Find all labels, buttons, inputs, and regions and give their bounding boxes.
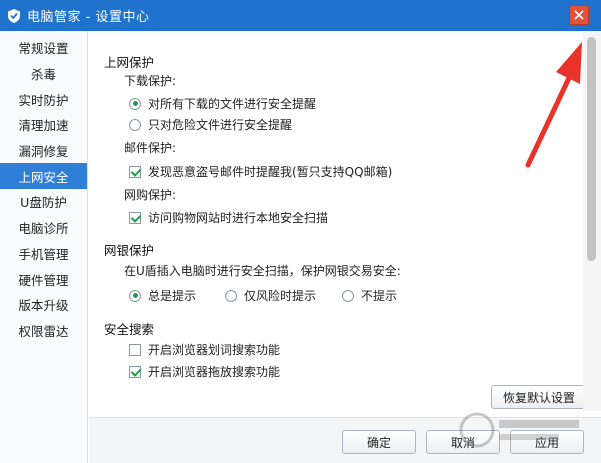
sidebar-item-web-security[interactable]: 上网安全 bbox=[0, 163, 87, 190]
scrollbar-thumb[interactable] bbox=[587, 37, 596, 261]
checkbox-label: 发现恶意盗号邮件时提醒我(暂只支持QQ邮箱) bbox=[148, 165, 393, 179]
radio-button[interactable] bbox=[129, 118, 141, 131]
radio-download-danger[interactable]: 只对危险文件进行安全提醒 bbox=[129, 116, 292, 133]
checkbox-label: 开启浏览器拖放搜索功能 bbox=[148, 365, 281, 379]
ok-button[interactable]: 确定 bbox=[342, 430, 416, 454]
checkbox[interactable] bbox=[129, 365, 141, 378]
tencent-shield-logo-icon bbox=[8, 8, 20, 23]
radio-label: 只对危险文件进行安全提醒 bbox=[148, 118, 293, 132]
checkbox[interactable] bbox=[129, 165, 141, 178]
section-title-web-protection: 上网保护 bbox=[104, 55, 155, 70]
sidebar-item-label: 手机管理 bbox=[18, 246, 69, 262]
checkbox-mail-protection[interactable]: 发现恶意盗号邮件时提醒我(暂只支持QQ邮箱) bbox=[129, 163, 392, 180]
radio-bank-risk[interactable]: 仅风险时提示 bbox=[225, 287, 316, 304]
sidebar-item-antivirus[interactable]: 杀毒 bbox=[0, 61, 87, 87]
section-title-bank-protection: 网银保护 bbox=[104, 243, 155, 258]
sidebar-item-label: 杀毒 bbox=[30, 67, 56, 83]
sidebar-item-label: 版本升级 bbox=[18, 298, 69, 314]
sidebar-item-label: 权限雷达 bbox=[18, 323, 69, 339]
section-title-safe-search: 安全搜索 bbox=[104, 322, 155, 337]
sidebar-item-realtime[interactable]: 实时防护 bbox=[0, 86, 87, 112]
radio-button[interactable] bbox=[342, 289, 354, 302]
radio-label: 不提示 bbox=[361, 289, 398, 303]
checkbox-label: 开启浏览器划词搜索功能 bbox=[148, 343, 281, 357]
vertical-scrollbar[interactable] bbox=[583, 31, 601, 411]
radio-button[interactable] bbox=[225, 289, 237, 302]
sidebar-item-patch[interactable]: 漏洞修复 bbox=[0, 138, 87, 164]
sidebar-item-label: 实时防护 bbox=[18, 92, 69, 108]
close-icon bbox=[574, 10, 584, 20]
sidebar-item-clinic[interactable]: 电脑诊所 bbox=[0, 215, 87, 241]
radio-bank-never[interactable]: 不提示 bbox=[342, 287, 397, 304]
radio-label: 总是提示 bbox=[148, 289, 197, 303]
close-button[interactable] bbox=[569, 5, 589, 25]
download-protection-label: 下载保护: bbox=[124, 74, 177, 88]
sidebar-item-general[interactable]: 常规设置 bbox=[0, 35, 87, 61]
sidebar-item-label: 漏洞修复 bbox=[18, 144, 69, 160]
radio-label: 仅风险时提示 bbox=[244, 289, 317, 303]
checkbox-select-search[interactable]: 开启浏览器划词搜索功能 bbox=[129, 341, 280, 358]
checkbox[interactable] bbox=[129, 343, 141, 356]
sidebar-item-label: 电脑诊所 bbox=[18, 221, 69, 237]
sidebar-item-label: U盘防护 bbox=[20, 195, 67, 211]
sidebar-item-hardware[interactable]: 硬件管理 bbox=[0, 266, 87, 292]
checkbox-shopping-protection[interactable]: 访问购物网站时进行本地安全扫描 bbox=[129, 209, 328, 226]
sidebar-item-label: 清理加速 bbox=[18, 118, 69, 134]
bank-protection-desc: 在U盾插入电脑时进行安全扫描，保护网银交易安全: bbox=[124, 264, 401, 278]
sidebar-item-cleanup[interactable]: 清理加速 bbox=[0, 112, 87, 138]
checkbox[interactable] bbox=[129, 211, 141, 224]
radio-download-all[interactable]: 对所有下载的文件进行安全提醒 bbox=[129, 95, 316, 112]
sidebar-item-upgrade[interactable]: 版本升级 bbox=[0, 292, 87, 318]
title-bar: 电脑管家 - 设置中心 bbox=[0, 0, 601, 31]
sidebar: 常规设置 杀毒 实时防护 清理加速 漏洞修复 上网安全 U盘防护 电脑诊所 手机… bbox=[0, 31, 88, 463]
sidebar-item-label: 常规设置 bbox=[18, 41, 69, 57]
shopping-protection-label: 网购保护: bbox=[124, 188, 177, 202]
radio-button[interactable] bbox=[129, 97, 141, 110]
sidebar-item-label: 硬件管理 bbox=[18, 272, 69, 288]
sidebar-item-permission[interactable]: 权限雷达 bbox=[0, 318, 87, 344]
sidebar-item-usb[interactable]: U盘防护 bbox=[0, 189, 87, 215]
radio-label: 对所有下载的文件进行安全提醒 bbox=[148, 97, 317, 111]
sidebar-item-label: 上网安全 bbox=[18, 169, 69, 185]
window-title: 电脑管家 - 设置中心 bbox=[27, 10, 150, 25]
settings-panel: 上网保护 下载保护: 对所有下载的文件进行安全提醒 只对危险文件进行安全提醒 邮… bbox=[89, 31, 601, 463]
watermark-logo-icon bbox=[459, 412, 579, 448]
radio-bank-always[interactable]: 总是提示 bbox=[129, 287, 196, 304]
mail-protection-label: 邮件保护: bbox=[124, 141, 177, 155]
checkbox-label: 访问购物网站时进行本地安全扫描 bbox=[148, 211, 329, 225]
settings-content: 上网保护 下载保护: 对所有下载的文件进行安全提醒 只对危险文件进行安全提醒 邮… bbox=[89, 31, 583, 411]
checkbox-drag-search[interactable]: 开启浏览器拖放搜索功能 bbox=[129, 363, 280, 380]
radio-button[interactable] bbox=[129, 289, 141, 302]
sidebar-item-phone[interactable]: 手机管理 bbox=[0, 241, 87, 267]
